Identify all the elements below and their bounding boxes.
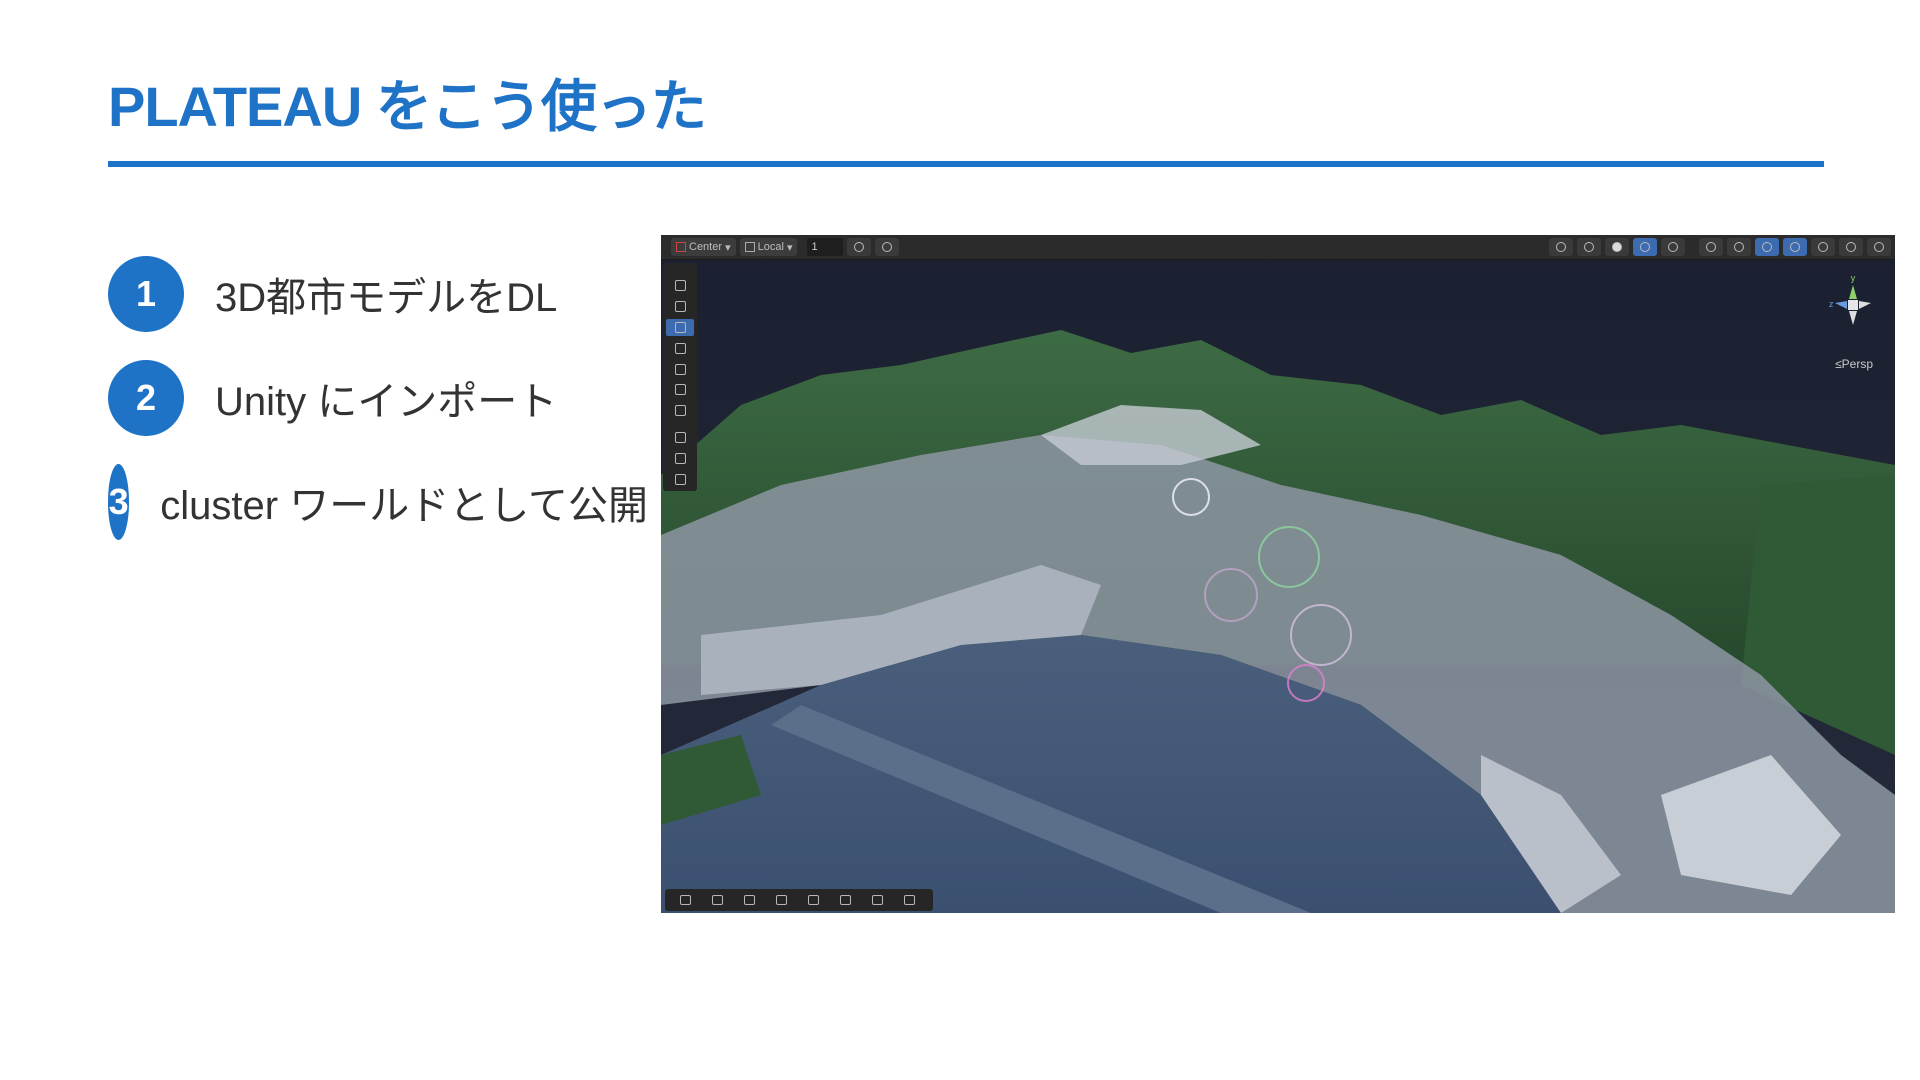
pivot-mode-label: Center (689, 241, 723, 253)
increment-snap-button[interactable] (875, 238, 900, 256)
unity-scene-view[interactable]: Center ▾ Local ▾ 1 y z ≤Persp (661, 235, 1895, 913)
terrain-icon (807, 895, 819, 905)
overlay-camera-button[interactable] (897, 892, 921, 908)
gear-icon (1668, 242, 1678, 252)
rotate-icon (674, 342, 686, 354)
gizmo-z-label: z (1829, 299, 1834, 309)
pivot-mode-dropdown[interactable]: Center ▾ (671, 238, 736, 256)
shading-icon (775, 895, 787, 905)
gizmos-dropdown[interactable] (1867, 238, 1891, 256)
cube-icon (674, 280, 686, 292)
snap-icon (882, 242, 893, 252)
grid-size-input[interactable]: 1 (807, 238, 844, 256)
overlay-terrain-button[interactable] (801, 892, 825, 908)
shaded-wireframe-button[interactable] (1577, 238, 1601, 256)
projection-label[interactable]: ≤Persp (1835, 357, 1873, 371)
visibility-toggle-button[interactable] (1783, 238, 1807, 256)
step-number-badge: 2 (108, 360, 184, 436)
wireframe-icon (1556, 242, 1566, 252)
wireframe-shading-button[interactable] (1549, 238, 1573, 256)
city-3d-render (661, 235, 1895, 913)
space-mode-label: Local (757, 241, 784, 253)
space-mode-dropdown[interactable]: Local ▾ (739, 238, 798, 256)
scene-toolbar: Center ▾ Local ▾ 1 (661, 235, 1895, 260)
overlay-transform-button[interactable] (865, 892, 889, 908)
move-icon (674, 321, 686, 333)
gizmo-y-label: y (1851, 273, 1856, 283)
title-underline (108, 161, 1824, 167)
custom-tool-button-1[interactable] (666, 429, 694, 447)
layers-icon (1818, 242, 1828, 252)
step-label: cluster ワールドとして公開 (160, 484, 648, 528)
2d-icon (1706, 242, 1716, 252)
grid-icon (854, 242, 865, 252)
terrain-icon (674, 473, 686, 485)
eye-icon (1790, 242, 1800, 252)
cube-icon (744, 242, 755, 252)
scale-icon (674, 363, 686, 375)
layers-dropdown[interactable] (1811, 238, 1835, 256)
unlit-icon (1612, 242, 1622, 252)
gizmo-icon (1874, 242, 1884, 252)
search-icon (839, 895, 851, 905)
shaded-icon (1640, 242, 1650, 252)
slide-title: PLATEAU をこう使った (108, 75, 707, 138)
step-label: Unity にインポート (215, 380, 558, 424)
audio-icon (1762, 242, 1772, 252)
rect-tool-button[interactable] (666, 381, 694, 399)
layers-icon (711, 895, 723, 905)
move-tool-button[interactable] (666, 318, 694, 337)
shaded-button[interactable] (1633, 238, 1657, 256)
rect-icon (674, 384, 686, 396)
2d-toggle-button[interactable] (1699, 238, 1723, 256)
step-number-badge: 3 (108, 464, 130, 540)
orientation-gizmo[interactable]: y z (1823, 273, 1883, 331)
audio-toggle-button[interactable] (1755, 238, 1779, 256)
hand-icon (674, 301, 686, 313)
tool-palette (663, 263, 697, 491)
custom-tool-icon (674, 431, 686, 443)
overlay-search-button[interactable] (833, 892, 857, 908)
hand-tool-button[interactable] (666, 298, 694, 316)
view-tool-button[interactable] (666, 277, 694, 295)
transform-icon (871, 895, 883, 905)
overlay-grid-button[interactable] (737, 892, 761, 908)
grid-snap-button[interactable] (847, 238, 872, 256)
step-item-1: 1 3D都市モデルをDL (108, 255, 648, 333)
camera-icon (903, 895, 915, 905)
custom-tool-icon (674, 452, 686, 464)
custom-tool-button-3[interactable] (666, 470, 694, 488)
overlay-move-button[interactable] (673, 892, 697, 908)
light-icon (1734, 242, 1744, 252)
grid-icon (743, 895, 755, 905)
custom-tool-button-2[interactable] (666, 449, 694, 467)
step-label: 3D都市モデルをDL (215, 276, 558, 320)
overlay-layers-button[interactable] (705, 892, 729, 908)
rotate-tool-button[interactable] (666, 339, 694, 357)
scale-tool-button[interactable] (666, 360, 694, 378)
move-icon (679, 895, 691, 905)
pivot-icon (676, 242, 686, 252)
camera-icon (1846, 242, 1856, 252)
lighting-toggle-button[interactable] (1727, 238, 1751, 256)
step-item-2: 2 Unity にインポート (108, 359, 648, 437)
scene-overlay-toolbar (665, 889, 933, 911)
camera-settings-dropdown[interactable] (1839, 238, 1863, 256)
overlay-shading-button[interactable] (769, 892, 793, 908)
transform-icon (674, 405, 686, 417)
step-number-badge: 1 (108, 256, 184, 332)
debug-draw-mode-button[interactable] (1661, 238, 1685, 256)
step-item-3: 3 cluster ワールドとして公開 (108, 463, 648, 541)
unlit-shading-button[interactable] (1605, 238, 1629, 256)
shaded-wireframe-icon (1584, 242, 1594, 252)
transform-tool-button[interactable] (666, 402, 694, 420)
